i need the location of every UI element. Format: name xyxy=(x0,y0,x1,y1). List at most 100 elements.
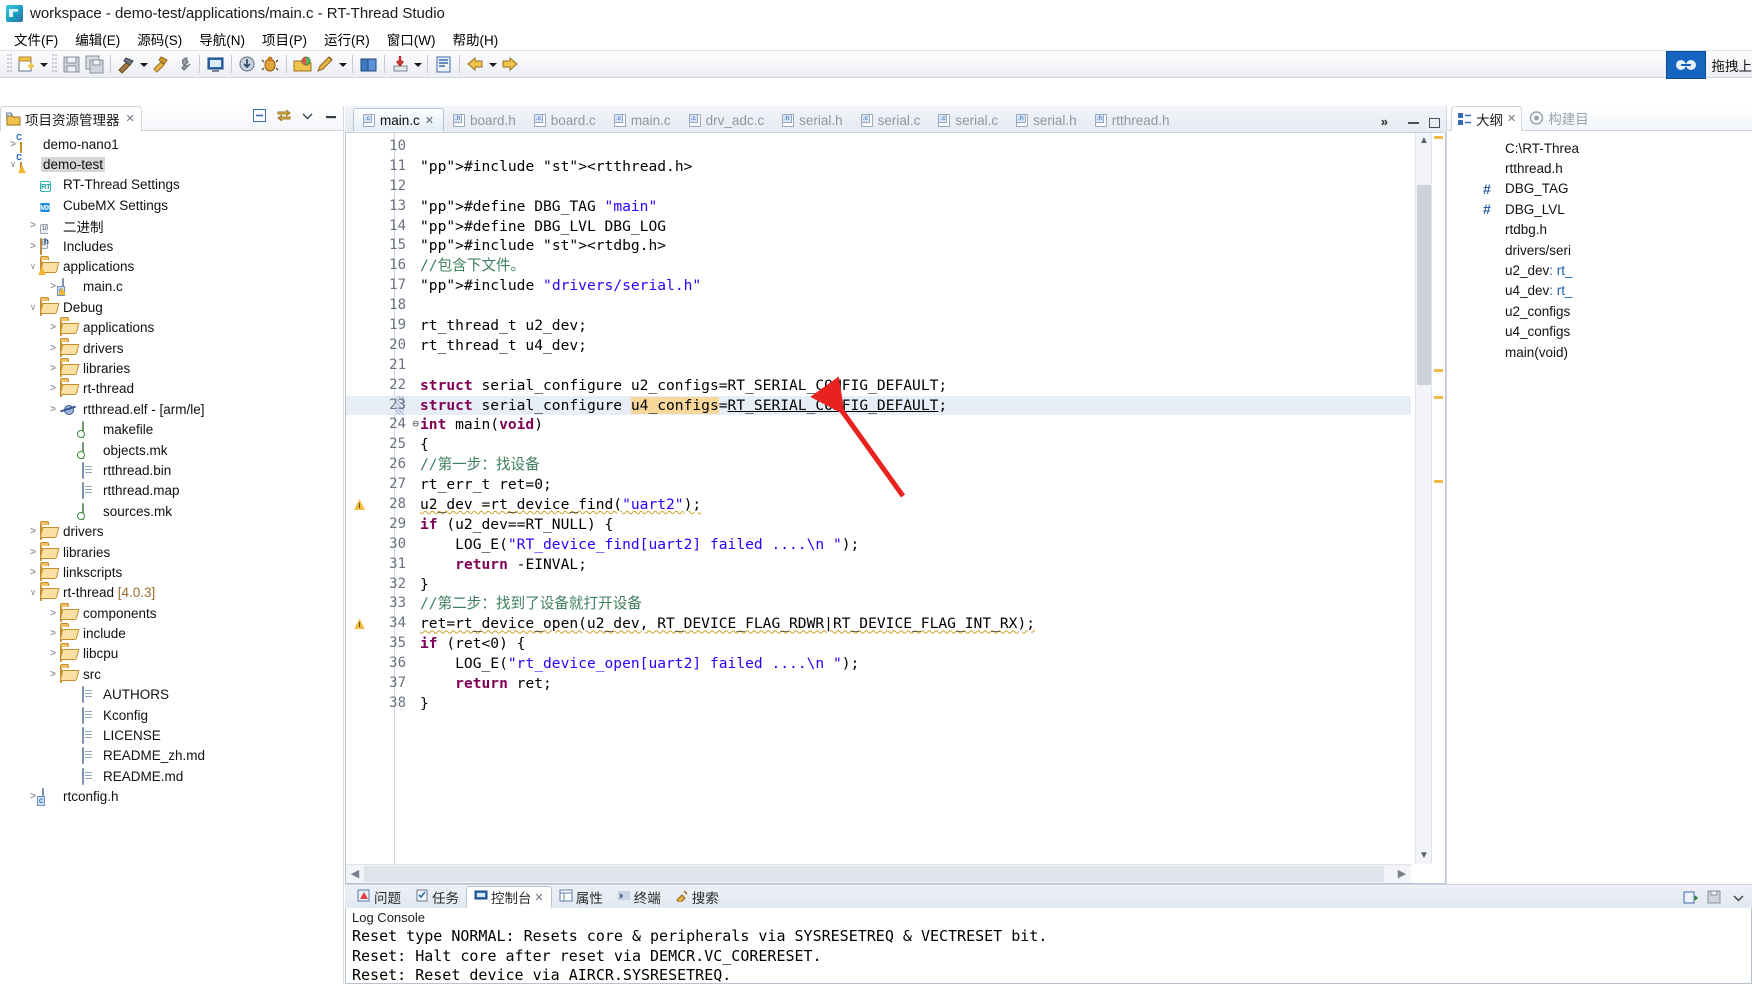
forward-arrow-icon[interactable] xyxy=(499,54,520,75)
toolbar-grip-2[interactable] xyxy=(52,54,57,74)
tree-item[interactable]: drivers xyxy=(0,521,343,541)
tab-project-explorer[interactable]: 项目资源管理器 ✕ xyxy=(0,105,142,131)
chevron-right-icon[interactable] xyxy=(46,404,60,415)
overview-warning-mark-4[interactable] xyxy=(1434,480,1443,483)
link-with-editor-icon[interactable] xyxy=(276,108,291,123)
editor-vertical-scrollbar[interactable]: ▲ ▼ xyxy=(1415,133,1431,864)
code-line[interactable]: 32} xyxy=(346,575,1411,595)
close-icon[interactable]: ✕ xyxy=(1507,112,1516,125)
code-line[interactable]: 11 "pp">#include "st"><rtthread.h> xyxy=(346,157,1411,177)
outline-item[interactable]: drivers/seri xyxy=(1447,240,1752,260)
save-icon[interactable] xyxy=(61,54,82,75)
code-line[interactable]: 15 "pp">#include "st"><rtdbg.h> xyxy=(346,236,1411,256)
editor-tab-serial-h-5[interactable]: serial.h xyxy=(773,108,852,132)
code-line[interactable]: 14 "pp">#define DBG_LVL DBG_LOG xyxy=(346,217,1411,237)
chevron-right-icon[interactable] xyxy=(26,241,40,252)
editor-tab-serial-c-7[interactable]: serial.c xyxy=(929,108,1007,132)
tree-item[interactable]: Kconfig xyxy=(0,705,343,725)
minimize-editor-icon[interactable] xyxy=(1408,122,1419,124)
pencil-icon[interactable] xyxy=(315,54,336,75)
code-line[interactable]: 27 rt_err_t ret=0; xyxy=(346,475,1411,495)
tree-item[interactable]: rtconfig.h xyxy=(0,787,343,807)
code-line[interactable]: 10 xyxy=(346,137,1411,157)
chevron-right-icon[interactable] xyxy=(46,322,60,333)
tree-item[interactable]: RT RT-Thread Settings xyxy=(0,175,343,195)
tree-item[interactable]: demo-test xyxy=(0,154,343,174)
editor-tab-drv_adc-c-4[interactable]: drv_adc.c xyxy=(680,108,774,132)
code-line[interactable]: 26//第一步：找设备 xyxy=(346,455,1411,475)
tree-item[interactable]: Debug xyxy=(0,297,343,317)
menu-item-file[interactable]: 文件(F) xyxy=(6,27,67,51)
tree-item[interactable]: sources.mk xyxy=(0,501,343,521)
code-line[interactable]: 18 xyxy=(346,296,1411,316)
close-icon[interactable]: ✕ xyxy=(126,112,135,125)
scroll-up-arrow[interactable]: ▲ xyxy=(1416,133,1432,149)
tab-outline[interactable]: 大纲 ✕ xyxy=(1451,105,1523,131)
outline-item[interactable]: # DBG_LVL xyxy=(1447,199,1752,219)
code-line[interactable]: 30 LOG_E("RT_device_find[uart2] failed .… xyxy=(346,535,1411,555)
tree-item[interactable]: applications xyxy=(0,256,343,276)
code-line[interactable]: 29 if (u2_dev==RT_NULL) { xyxy=(346,515,1411,535)
tree-item[interactable]: README_zh.md xyxy=(0,746,343,766)
tree-item[interactable]: MX CubeMX Settings xyxy=(0,195,343,215)
outline-item[interactable]: u2_configs xyxy=(1447,301,1752,321)
chevron-right-icon[interactable] xyxy=(46,383,60,394)
editor-tab-serial-h-8[interactable]: serial.h xyxy=(1007,108,1086,132)
outline-item[interactable]: u4_configs xyxy=(1447,322,1752,342)
code-line[interactable]: 16//包含下文件。 xyxy=(346,256,1411,276)
hyperlink-token[interactable]: RT_SERIAL_CONFIG_DEFAULT xyxy=(728,397,939,414)
chevron-right-icon[interactable] xyxy=(46,628,60,639)
editor-tab-serial-c-6[interactable]: serial.c xyxy=(852,108,930,132)
chevron-right-icon[interactable] xyxy=(26,567,40,578)
chevron-right-icon[interactable] xyxy=(26,220,40,231)
code-line[interactable]: 21 xyxy=(346,356,1411,376)
tree-item[interactable]: makefile xyxy=(0,419,343,439)
overview-warning-mark[interactable] xyxy=(1434,136,1443,139)
tree-item[interactable]: rt-thread [4.0.3] xyxy=(0,583,343,603)
code-line[interactable]: 34 ret=rt_device_open(u2_dev, RT_DEVICE_F… xyxy=(346,614,1411,634)
view-menu-icon[interactable] xyxy=(300,108,315,123)
book-help-icon[interactable] xyxy=(358,54,379,75)
tree-item[interactable]: libraries xyxy=(0,542,343,562)
code-viewport[interactable]: 10 11 "pp">#include "st"><rtthread.h> 12 13 "… xyxy=(346,133,1411,864)
tree-item[interactable]: objects.mk xyxy=(0,440,343,460)
chevron-right-icon[interactable] xyxy=(26,547,40,558)
build-settings-wrench-icon[interactable] xyxy=(173,54,194,75)
properties-icon[interactable] xyxy=(433,54,454,75)
back-dropdown-arrow[interactable] xyxy=(487,54,498,74)
back-arrow-icon[interactable] xyxy=(465,54,486,75)
code-line[interactable]: 23 struct serial_configure u4_configs=RT_… xyxy=(346,395,1411,416)
menu-item-project[interactable]: 项目(P) xyxy=(254,27,316,51)
code-line[interactable]: 20 rt_thread_t u4_dev; xyxy=(346,336,1411,356)
menu-item-run[interactable]: 运行(R) xyxy=(316,27,379,51)
tree-item[interactable]: AUTHORS xyxy=(0,685,343,705)
tab-build-targets[interactable]: 构建目 xyxy=(1524,106,1594,131)
code-line[interactable]: 25{ xyxy=(346,435,1411,455)
code-line[interactable]: 22 struct serial_configure u2_configs=RT_… xyxy=(346,376,1411,396)
tree-item[interactable]: LICENSE xyxy=(0,725,343,745)
chevron-down-icon[interactable] xyxy=(26,302,40,313)
outline-item[interactable]: C:\RT-Threa xyxy=(1447,138,1752,158)
close-icon[interactable]: ✕ xyxy=(425,114,434,127)
tree-item[interactable]: src xyxy=(0,664,343,684)
tree-item[interactable]: Includes xyxy=(0,236,343,256)
code-line[interactable]: 37 return ret; xyxy=(346,674,1411,694)
terminal-icon[interactable] xyxy=(205,54,226,75)
debug-bug-icon[interactable] xyxy=(260,54,281,75)
more-tabs-indicator[interactable]: » xyxy=(1381,114,1388,129)
menu-item-navigate[interactable]: 导航(N) xyxy=(191,27,254,51)
scroll-down-arrow[interactable]: ▼ xyxy=(1416,848,1432,864)
outline-item[interactable]: u2_dev: rt_ xyxy=(1447,260,1752,280)
menu-item-window[interactable]: 窗口(W) xyxy=(379,27,445,51)
import-icon[interactable] xyxy=(390,54,411,75)
tree-item[interactable]: rtthread.map xyxy=(0,481,343,501)
chevron-right-icon[interactable] xyxy=(46,343,60,354)
editor-tab-board-h-1[interactable]: board.h xyxy=(444,108,525,132)
overview-warning-mark-2[interactable] xyxy=(1434,369,1443,372)
toolbar-grip[interactable] xyxy=(7,54,12,74)
editor-tab-board-c-2[interactable]: board.c xyxy=(525,108,605,132)
console-tab-search[interactable]: 搜索 xyxy=(668,886,726,908)
chevron-right-icon[interactable] xyxy=(46,608,60,619)
menu-item-source[interactable]: 源码(S) xyxy=(129,27,191,51)
tree-item[interactable]: libraries xyxy=(0,358,343,378)
